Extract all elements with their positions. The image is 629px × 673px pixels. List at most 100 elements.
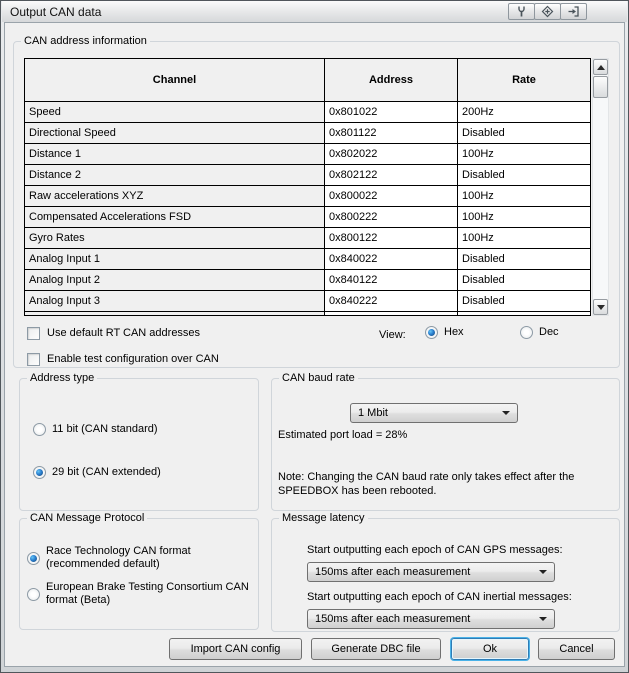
table-row[interactable]: Gyro Rates0x800122100Hz [25, 228, 590, 249]
radio-label: European Brake Testing Consortium CAN fo… [46, 581, 258, 607]
chevron-down-icon [539, 617, 547, 621]
table-row[interactable]: Compensated Accelerations FSD0x800222100… [25, 207, 590, 228]
use-default-rt-addresses-checkbox[interactable]: Use default RT CAN addresses [27, 327, 200, 340]
radio-label: Race Technology CAN format (recommended … [46, 545, 221, 571]
exit-button[interactable] [560, 3, 587, 20]
dropdown-value: 1 Mbit [358, 407, 388, 419]
group-label-can-address-information: CAN address information [21, 35, 150, 47]
chevron-down-icon [502, 411, 510, 415]
radio-circle [520, 326, 533, 339]
table-row[interactable]: Distance 10x802022100Hz [25, 144, 590, 165]
cell-address: 0x800222 [325, 207, 458, 227]
checkbox-label: Enable test configuration over CAN [47, 353, 219, 366]
radio-11bit-standard[interactable]: 11 bit (CAN standard) [33, 423, 158, 436]
gps-latency-dropdown[interactable]: 150ms after each measurement [307, 562, 555, 582]
baud-rate-note: Note: Changing the CAN baud rate only ta… [278, 470, 616, 498]
dropdown-value: 150ms after each measurement [315, 613, 470, 625]
titlebar[interactable]: Output CAN data [2, 1, 627, 22]
scroll-down-button[interactable] [593, 299, 608, 315]
cell-channel: Distance 2 [25, 165, 325, 185]
table-row[interactable]: Directional Speed0x801122Disabled [25, 123, 590, 144]
cell-rate: Disabled [458, 270, 590, 290]
can-message-protocol-group: CAN Message Protocol Race Technology CAN… [19, 512, 259, 630]
tools-button[interactable] [508, 3, 535, 20]
cell-rate: Disabled [458, 291, 590, 311]
cell-address: 0x840122 [325, 270, 458, 290]
cell-address: 0x840022 [325, 249, 458, 269]
column-header-rate: Rate [458, 59, 590, 101]
group-label-can-message-protocol: CAN Message Protocol [27, 512, 147, 524]
cell-address: 0x800122 [325, 228, 458, 248]
checkbox-box [27, 327, 40, 340]
table-row[interactable]: Analog Input 30x840222Disabled [25, 291, 590, 312]
group-label-address-type: Address type [27, 372, 97, 384]
import-can-config-button[interactable]: Import CAN config [169, 638, 302, 660]
table-row[interactable] [25, 312, 590, 316]
titlebar-buttons [509, 3, 587, 20]
cell-address: 0x801022 [325, 102, 458, 122]
can-address-information-group: CAN address information Channel Address … [13, 35, 620, 368]
move-icon [541, 5, 554, 18]
cell-rate: Disabled [458, 123, 590, 143]
view-dec-radio[interactable]: Dec [520, 326, 559, 339]
cell-address: 0x840222 [325, 291, 458, 311]
cell-channel [25, 312, 325, 316]
ok-button[interactable]: Ok [451, 638, 529, 660]
scroll-down-icon [597, 305, 605, 310]
enable-test-configuration-checkbox[interactable]: Enable test configuration over CAN [27, 353, 219, 366]
cell-address: 0x802022 [325, 144, 458, 164]
cell-channel: Distance 1 [25, 144, 325, 164]
checkbox-box [27, 353, 40, 366]
can-table-header: Channel Address Rate [25, 59, 590, 102]
cell-channel: Analog Input 2 [25, 270, 325, 290]
move-button[interactable] [534, 3, 561, 20]
cell-rate: 100Hz [458, 228, 590, 248]
cell-address: 0x800022 [325, 186, 458, 206]
column-header-address: Address [325, 59, 458, 101]
baud-rate-dropdown[interactable]: 1 Mbit [350, 403, 518, 423]
cell-channel: Compensated Accelerations FSD [25, 207, 325, 227]
inertial-latency-dropdown[interactable]: 150ms after each measurement [307, 609, 555, 629]
table-row[interactable]: Raw accelerations XYZ0x800022100Hz [25, 186, 590, 207]
group-label-message-latency: Message latency [279, 512, 368, 524]
cell-rate: 100Hz [458, 207, 590, 227]
cell-channel: Analog Input 1 [25, 249, 325, 269]
checkbox-label: Use default RT CAN addresses [47, 327, 200, 340]
scroll-up-button[interactable] [593, 59, 608, 75]
cell-rate: 100Hz [458, 186, 590, 206]
scrollbar-thumb[interactable] [593, 76, 608, 98]
cell-rate: Disabled [458, 249, 590, 269]
radio-race-technology-format[interactable]: Race Technology CAN format (recommended … [27, 545, 221, 571]
can-table-body: Speed0x801022200HzDirectional Speed0x801… [25, 102, 590, 316]
table-row[interactable]: Speed0x801022200Hz [25, 102, 590, 123]
exit-icon [567, 5, 580, 18]
cancel-button[interactable]: Cancel [538, 638, 615, 660]
table-row[interactable]: Distance 20x802122Disabled [25, 165, 590, 186]
cell-channel: Analog Input 3 [25, 291, 325, 311]
cell-channel: Speed [25, 102, 325, 122]
window-title: Output CAN data [10, 5, 101, 19]
table-row[interactable]: Analog Input 20x840122Disabled [25, 270, 590, 291]
generate-dbc-file-button[interactable]: Generate DBC file [311, 638, 441, 660]
chevron-down-icon [539, 570, 547, 574]
radio-label: Dec [539, 326, 559, 339]
cell-rate: 200Hz [458, 102, 590, 122]
group-label-can-baud-rate: CAN baud rate [279, 372, 358, 384]
cell-channel: Directional Speed [25, 123, 325, 143]
can-baud-rate-group: CAN baud rate 1 Mbit Estimated port load… [271, 372, 620, 511]
radio-29bit-extended[interactable]: 29 bit (CAN extended) [33, 466, 161, 479]
radio-european-brake-format[interactable]: European Brake Testing Consortium CAN fo… [27, 581, 258, 607]
radio-circle [425, 326, 438, 339]
radio-circle [33, 423, 46, 436]
output-can-data-dialog: Output CAN data [0, 0, 629, 673]
inertial-latency-label: Start outputting each epoch of CAN inert… [307, 590, 572, 604]
radio-label: 29 bit (CAN extended) [52, 466, 161, 479]
can-address-table: Channel Address Rate Speed0x801022200HzD… [24, 58, 591, 316]
table-scrollbar[interactable] [592, 58, 609, 316]
cell-rate [458, 312, 590, 316]
scrollbar-track[interactable] [593, 98, 608, 299]
column-header-channel: Channel [25, 59, 325, 101]
table-row[interactable]: Analog Input 10x840022Disabled [25, 249, 590, 270]
cell-channel: Gyro Rates [25, 228, 325, 248]
view-hex-radio[interactable]: Hex [425, 326, 464, 339]
